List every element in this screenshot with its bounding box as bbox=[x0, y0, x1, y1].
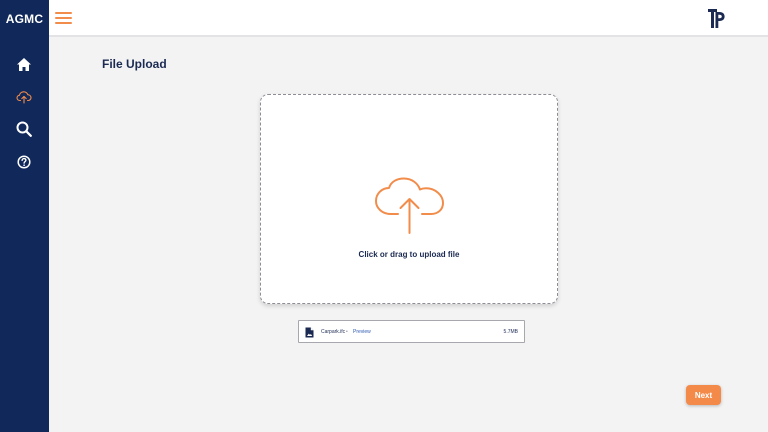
file-separator: • bbox=[346, 329, 348, 335]
help-circle-icon bbox=[17, 155, 31, 169]
cloud-upload-icon bbox=[16, 91, 32, 104]
hamburger-icon[interactable] bbox=[55, 10, 73, 26]
upload-dropzone[interactable]: Click or drag to upload file bbox=[260, 94, 558, 304]
sidebar-item-upload[interactable] bbox=[12, 86, 36, 108]
search-icon bbox=[16, 121, 32, 137]
uploaded-file-row: Carpark.ifc • Preview 5.7MB bbox=[298, 320, 525, 343]
file-image-icon bbox=[305, 327, 314, 338]
tp-logo-icon bbox=[708, 9, 725, 28]
sidebar-item-search[interactable] bbox=[12, 118, 36, 140]
sidebar: AGMC bbox=[0, 0, 49, 432]
brand-name: AGMC bbox=[5, 11, 44, 26]
cloud-upload-icon bbox=[375, 177, 444, 234]
file-name: Carpark.ifc bbox=[321, 329, 346, 335]
dropzone-instruction: Click or drag to upload file bbox=[358, 250, 460, 259]
file-preview-link[interactable]: Preview bbox=[353, 329, 371, 335]
sidebar-item-help[interactable] bbox=[12, 151, 36, 173]
home-icon bbox=[17, 57, 31, 71]
page-title: File Upload bbox=[102, 57, 167, 71]
next-button[interactable]: Next bbox=[686, 385, 721, 405]
top-bar bbox=[49, 0, 768, 37]
sidebar-item-home[interactable] bbox=[12, 53, 36, 75]
file-size: 5.7MB bbox=[503, 329, 518, 335]
